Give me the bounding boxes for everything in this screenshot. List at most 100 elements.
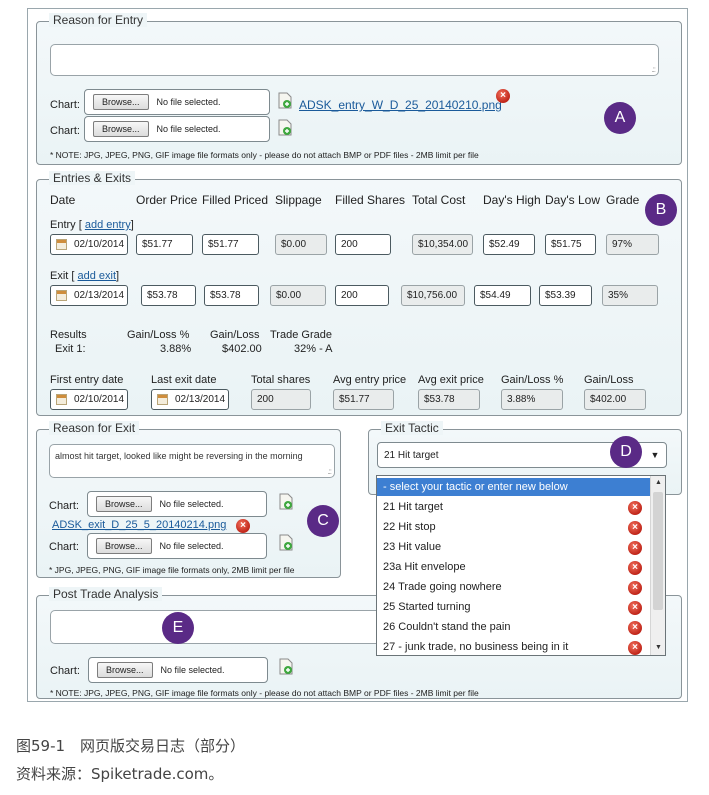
exit-chart-file-input-2[interactable]: Browse... No file selected. xyxy=(87,533,267,559)
no-file-text: No file selected. xyxy=(156,97,221,107)
dropdown-option[interactable]: 25 Started turning × xyxy=(377,598,650,618)
reason-entry-textarea[interactable]: .:: xyxy=(50,44,659,76)
reason-for-exit-section: Reason for Exit almost hit target, looke… xyxy=(36,421,341,578)
calendar-icon[interactable] xyxy=(157,394,168,405)
results-header-gain: Gain/Loss xyxy=(210,329,260,341)
attach-doc-icon[interactable] xyxy=(278,92,292,109)
section-legend: Reason for Entry xyxy=(49,13,148,27)
summary-gain-pct-value: 3.88% xyxy=(501,389,563,410)
entries-exits-section: Entries & Exits Date Order Price Filled … xyxy=(36,171,682,416)
attach-doc-icon[interactable] xyxy=(279,658,293,675)
chart-label: Chart: xyxy=(50,99,80,111)
callout-badge-e: E xyxy=(162,612,194,644)
no-file-text: No file selected. xyxy=(160,665,225,675)
add-exit-link[interactable]: add exit xyxy=(78,270,117,282)
scrollbar-thumb[interactable] xyxy=(653,492,663,610)
col-header-filled-shares: Filled Shares xyxy=(335,193,406,207)
exit-chart-file-input-1[interactable]: Browse... No file selected. xyxy=(87,491,267,517)
callout-badge-c: C xyxy=(307,505,339,537)
exit-order-price-input[interactable]: $53.78 xyxy=(141,285,196,306)
callout-badge-a: A xyxy=(604,102,636,134)
results-label: Results xyxy=(50,329,87,341)
entry-chart-file-input-1[interactable]: Browse... No file selected. xyxy=(84,89,270,115)
dropdown-option-placeholder[interactable]: - select your tactic or enter new below xyxy=(377,478,650,496)
delete-icon[interactable]: × xyxy=(628,561,642,575)
col-header-filled-priced: Filled Priced xyxy=(202,193,269,207)
delete-icon[interactable]: × xyxy=(628,641,642,655)
dropdown-option[interactable]: 27 - junk trade, no business being in it… xyxy=(377,638,650,655)
dropdown-option[interactable]: 21 Hit target × xyxy=(377,498,650,518)
summary-header-gain-pct: Gain/Loss % xyxy=(501,374,564,386)
results-gain: $402.00 xyxy=(222,343,262,355)
reason-exit-textarea[interactable]: almost hit target, looked like might be … xyxy=(49,444,335,478)
chart-label: Chart: xyxy=(49,500,79,512)
dropdown-option[interactable]: 26 Couldn't stand the pain × xyxy=(377,618,650,638)
scroll-down-icon[interactable]: ▼ xyxy=(651,641,665,655)
file-format-note: * NOTE: JPG, JPEG, PNG, GIF image file f… xyxy=(50,688,479,698)
entry-shares-input[interactable]: 200 xyxy=(335,234,391,255)
calendar-icon[interactable] xyxy=(56,394,67,405)
attached-chart-link[interactable]: ADSK_entry_W_D_25_20140210.png xyxy=(299,98,502,112)
delete-icon[interactable]: × xyxy=(236,519,250,533)
exit-row-label: Exit [ add exit] xyxy=(50,270,120,282)
delete-icon[interactable]: × xyxy=(628,501,642,515)
results-trade-grade: 32% - A xyxy=(294,343,333,355)
add-entry-link[interactable]: add entry xyxy=(85,219,131,231)
no-file-text: No file selected. xyxy=(159,499,224,509)
dropdown-option[interactable]: 24 Trade going nowhere × xyxy=(377,578,650,598)
chevron-down-icon[interactable]: ▼ xyxy=(646,445,664,465)
browse-button[interactable]: Browse... xyxy=(93,121,149,137)
browse-button[interactable]: Browse... xyxy=(96,538,152,554)
file-format-note: * NOTE: JPG, JPEG, PNG, GIF image file f… xyxy=(50,150,479,160)
results-header-gain-pct: Gain/Loss % xyxy=(127,329,190,341)
resize-grip-icon[interactable]: .:: xyxy=(327,467,332,476)
delete-icon[interactable]: × xyxy=(496,89,510,103)
section-legend: Exit Tactic xyxy=(381,421,443,435)
results-header-trade-grade: Trade Grade xyxy=(270,329,332,341)
dropdown-option[interactable]: 23 Hit value × xyxy=(377,538,650,558)
attach-doc-icon[interactable] xyxy=(278,119,292,136)
delete-icon[interactable]: × xyxy=(628,601,642,615)
exit-days-low-input[interactable]: $53.39 xyxy=(539,285,592,306)
delete-icon[interactable]: × xyxy=(628,581,642,595)
entry-chart-file-input-2[interactable]: Browse... No file selected. xyxy=(84,116,270,142)
callout-badge-b: B xyxy=(645,194,677,226)
col-header-total-cost: Total Cost xyxy=(412,193,466,207)
attached-exit-chart-link[interactable]: ADSK_exit_D_25_5_20140214.png xyxy=(52,519,226,531)
no-file-text: No file selected. xyxy=(159,541,224,551)
post-trade-chart-file-input[interactable]: Browse... No file selected. xyxy=(88,657,268,683)
calendar-icon[interactable] xyxy=(56,290,67,301)
calendar-icon[interactable] xyxy=(56,239,67,250)
exit-shares-input[interactable]: 200 xyxy=(335,285,389,306)
exit-filled-price-input[interactable]: $53.78 xyxy=(204,285,259,306)
summary-header-last-exit: Last exit date xyxy=(151,374,217,386)
scroll-up-icon[interactable]: ▲ xyxy=(651,476,665,490)
dropdown-option[interactable]: 22 Hit stop × xyxy=(377,518,650,538)
last-exit-date-field[interactable]: 02/13/2014 xyxy=(151,389,229,410)
entry-days-high-input[interactable]: $52.49 xyxy=(483,234,535,255)
entry-total-cost-value: $10,354.00 xyxy=(412,234,473,255)
section-legend: Post Trade Analysis xyxy=(49,587,163,601)
delete-icon[interactable]: × xyxy=(628,521,642,535)
dropdown-scrollbar[interactable]: ▲ ▼ xyxy=(650,476,665,655)
browse-button[interactable]: Browse... xyxy=(97,662,153,678)
entry-order-price-input[interactable]: $51.77 xyxy=(136,234,193,255)
exit-days-high-input[interactable]: $54.49 xyxy=(474,285,531,306)
first-entry-date-field[interactable]: 02/10/2014 xyxy=(50,389,128,410)
resize-grip-icon[interactable]: .:: xyxy=(651,65,656,74)
selected-tactic: 21 Hit target xyxy=(384,450,439,461)
dropdown-option[interactable]: 23a Hit envelope × xyxy=(377,558,650,578)
delete-icon[interactable]: × xyxy=(628,621,642,635)
entry-days-low-input[interactable]: $51.75 xyxy=(545,234,596,255)
delete-icon[interactable]: × xyxy=(628,541,642,555)
entry-date-input[interactable]: 02/10/2014 xyxy=(50,234,128,255)
col-header-days-high: Day's High xyxy=(483,193,541,207)
attach-doc-icon[interactable] xyxy=(279,534,293,551)
exit-date-input[interactable]: 02/13/2014 xyxy=(50,285,128,306)
entry-filled-price-input[interactable]: $51.77 xyxy=(202,234,259,255)
exit-total-cost-value: $10,756.00 xyxy=(401,285,465,306)
browse-button[interactable]: Browse... xyxy=(96,496,152,512)
attach-doc-icon[interactable] xyxy=(279,493,293,510)
exit-grade-value: 35% xyxy=(602,285,658,306)
browse-button[interactable]: Browse... xyxy=(93,94,149,110)
